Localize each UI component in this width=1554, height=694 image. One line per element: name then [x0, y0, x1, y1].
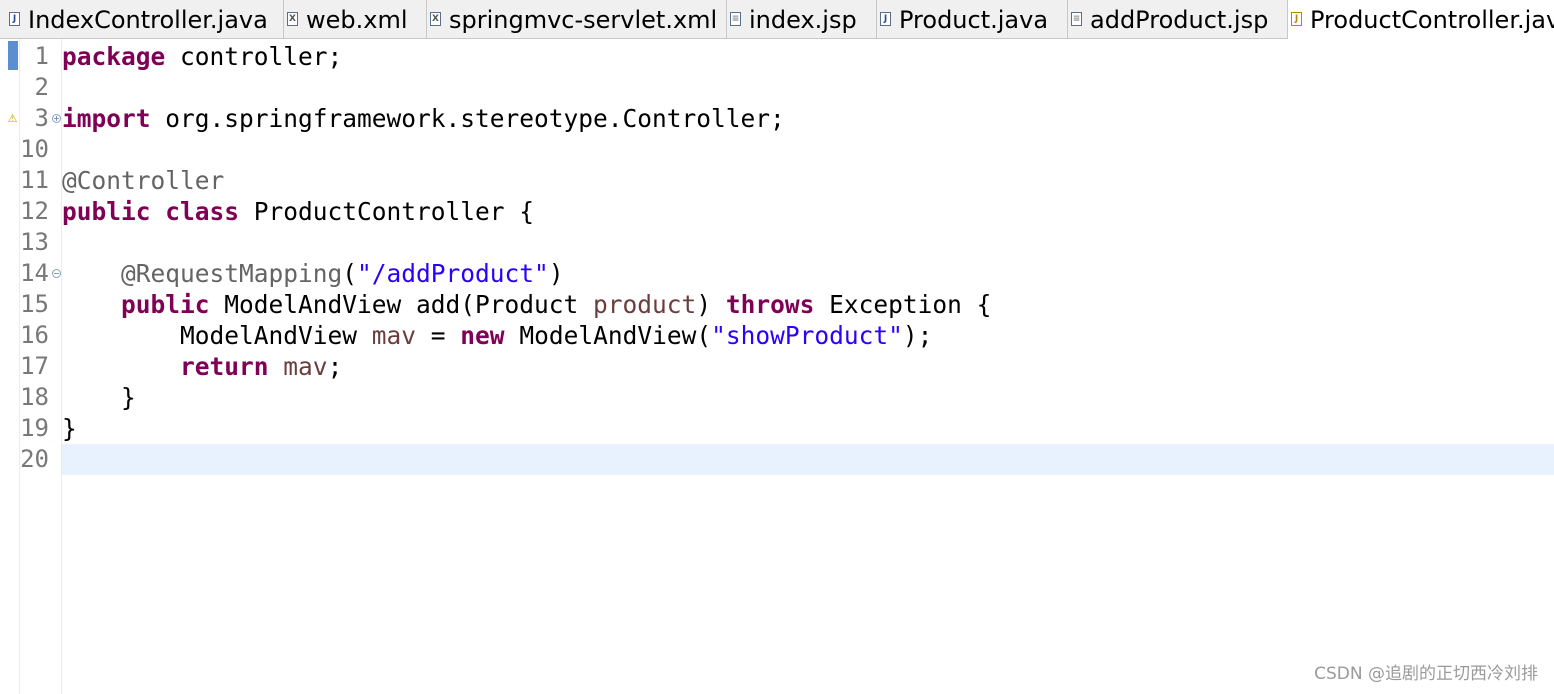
code-line[interactable]: return mav; — [62, 351, 1554, 382]
code-line[interactable]: @RequestMapping("/addProduct") — [62, 258, 1554, 289]
code-token: = — [416, 321, 461, 350]
jsp-file-icon: ≡ — [1071, 12, 1082, 26]
code-line[interactable]: public class ProductController { — [62, 196, 1554, 227]
keyword-token: return — [180, 352, 269, 381]
fold-collapse-icon[interactable]: − — [52, 269, 61, 278]
code-line[interactable] — [62, 134, 1554, 165]
code-line[interactable]: import org.springframework.stereotype.Co… — [62, 103, 1554, 134]
tab-label: springmvc-servlet.xml — [449, 6, 718, 34]
line-number: 15 — [20, 290, 49, 318]
keyword-token: class — [165, 197, 240, 226]
code-token: ProductController { — [239, 197, 535, 226]
jsp-file-icon: ≡ — [730, 12, 741, 26]
tab-productcontroller-jav[interactable]: J ProductController.jav — [1288, 0, 1554, 40]
keyword-token: throws — [725, 290, 815, 319]
code-line[interactable]: package controller; — [62, 41, 1554, 72]
line-number: 20 — [20, 445, 49, 473]
code-token: ) — [548, 259, 564, 288]
tab-label: Product.java — [899, 6, 1049, 34]
editor-tab-bar: J IndexController.java Xweb.xml Xspringmvc-… — [0, 0, 1554, 40]
code-line[interactable]: @Controller — [62, 165, 1554, 196]
keyword-token: package — [62, 42, 166, 71]
java-file-icon: J — [880, 12, 891, 26]
code-token: ModelAndView( — [504, 321, 712, 350]
tab-product-java[interactable]: J Product.java — [877, 0, 1068, 38]
code-token: ( — [342, 259, 358, 288]
variable-token: product — [593, 290, 697, 319]
code-token: ; — [327, 352, 343, 381]
line-number: 10 — [20, 135, 49, 163]
code-token: ); — [902, 321, 933, 350]
tab-label: index.jsp — [749, 6, 857, 34]
code-token: ModelAndView add(Product — [209, 290, 594, 319]
line-number: 11 — [20, 166, 49, 194]
code-line[interactable]: public ModelAndView add(Product product)… — [62, 289, 1554, 320]
fold-expand-icon[interactable]: + — [52, 114, 61, 123]
line-number: 18 — [20, 383, 49, 411]
keyword-token: new — [460, 321, 505, 350]
line-number: 1 — [34, 42, 49, 70]
tab-indexcontroller-java[interactable]: J IndexController.java — [6, 0, 284, 38]
line-number: 16 — [20, 321, 49, 349]
xml-file-icon: X — [430, 12, 441, 26]
string-token: "showProduct" — [711, 321, 903, 350]
code-token: ) — [696, 290, 726, 319]
tab-index-jsp[interactable]: ≡ index.jsp — [727, 0, 877, 38]
variable-token: mav — [371, 321, 417, 350]
tab-label: ProductController.jav — [1310, 6, 1554, 34]
tab-springmvc-servlet-xml[interactable]: Xspringmvc-servlet.xml — [427, 0, 727, 38]
code-token: controller; — [165, 42, 343, 71]
code-line-current[interactable] — [62, 444, 1554, 475]
string-token: "/addProduct" — [357, 259, 549, 288]
annotation-token: @RequestMapping — [121, 259, 343, 288]
code-line[interactable]: } — [62, 382, 1554, 413]
line-number: 2 — [34, 73, 49, 101]
code-line[interactable] — [62, 227, 1554, 258]
code-token: } — [62, 414, 77, 443]
line-number: 17 — [20, 352, 49, 380]
code-token: Exception { — [814, 290, 992, 319]
code-line[interactable]: } — [62, 413, 1554, 444]
tab-web-xml[interactable]: Xweb.xml — [284, 0, 427, 38]
code-line[interactable] — [62, 72, 1554, 103]
code-editor[interactable]: package controller; import org.springfram… — [62, 39, 1554, 694]
tab-addproduct-jsp[interactable]: ≡ addProduct.jsp — [1068, 0, 1288, 38]
java-file-icon: J — [9, 12, 20, 26]
tab-label: addProduct.jsp — [1090, 6, 1269, 34]
keyword-token: public — [121, 290, 210, 319]
code-token: } — [62, 383, 136, 412]
eclipse-editor-window: J IndexController.java Xweb.xml Xspringmvc-… — [0, 0, 1554, 694]
line-number-gutter: 1 2 3 10 11 12 13 14 15 16 17 18 19 20 — [20, 39, 62, 694]
code-token: org.springframework.stereotype.Controlle… — [150, 104, 785, 133]
code-line[interactable]: ModelAndView mav = new ModelAndView("sho… — [62, 320, 1554, 351]
line-number: 12 — [20, 197, 49, 225]
variable-token: mav — [283, 352, 328, 381]
annotation-token: @Controller — [62, 166, 225, 195]
java-file-warning-icon: J — [1291, 12, 1302, 26]
line-number: 19 — [20, 414, 49, 442]
line-number: 13 — [20, 228, 49, 256]
code-token: ModelAndView — [62, 321, 372, 350]
keyword-token: import — [62, 104, 151, 133]
xml-file-icon: X — [287, 12, 298, 26]
tab-label: web.xml — [306, 6, 408, 34]
keyword-token: public — [62, 197, 151, 226]
line-number: 3 — [34, 104, 49, 132]
line-number: 14 — [20, 259, 49, 287]
tab-label: IndexController.java — [28, 6, 268, 34]
watermark: CSDN @追剧的正切西冷刘排 — [1314, 664, 1538, 684]
